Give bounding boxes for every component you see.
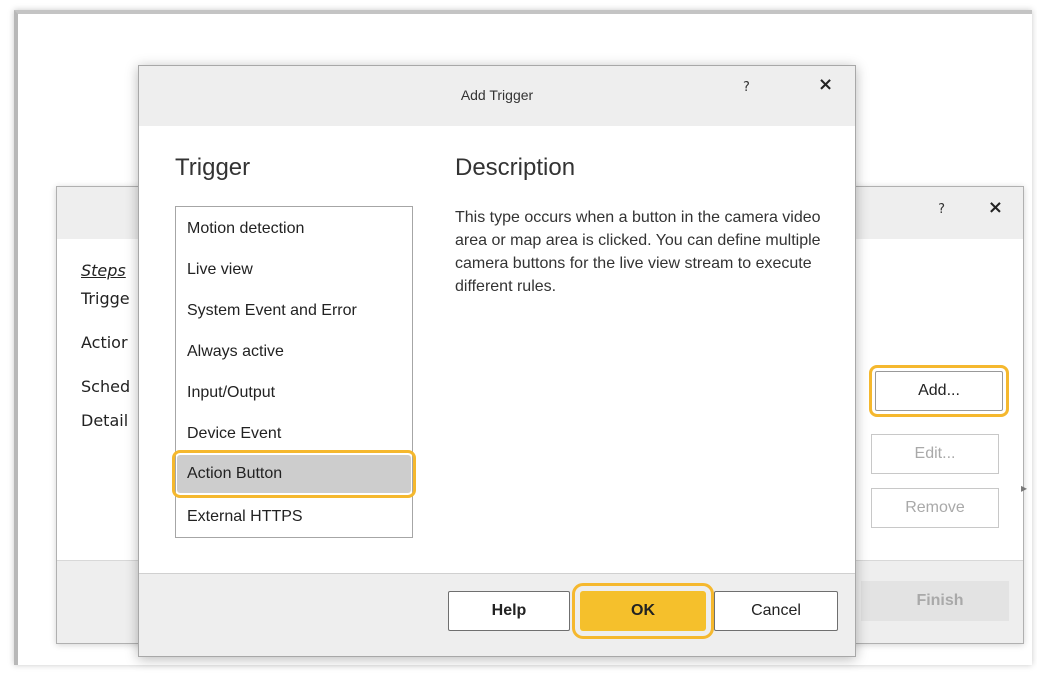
description-text: This type occurs when a button in the ca…	[455, 209, 821, 295]
trigger-item-input-output[interactable]: Input/Output	[177, 374, 411, 412]
wizard-step-schedule[interactable]: Sched	[81, 377, 130, 396]
wizard-step-details[interactable]: Detail	[81, 411, 128, 430]
scroll-tick: ▸	[1020, 481, 1027, 495]
trigger-item-always-active[interactable]: Always active	[177, 333, 411, 371]
trigger-item-system-event[interactable]: System Event and Error	[177, 292, 411, 330]
add-trigger-dialog: Add Trigger ? × Trigger Description Moti…	[138, 65, 856, 657]
wizard-steps-title: Steps	[81, 261, 126, 280]
trigger-item-motion-detection[interactable]: Motion detection	[177, 210, 411, 248]
wizard-step-trigger[interactable]: Trigge	[81, 289, 130, 308]
trigger-item-live-view[interactable]: Live view	[177, 251, 411, 289]
remove-button[interactable]: Remove	[871, 488, 999, 528]
trigger-item-external-https[interactable]: External HTTPS	[177, 498, 411, 536]
wizard-help-icon[interactable]: ?	[938, 202, 945, 217]
close-icon[interactable]: ×	[818, 74, 833, 95]
wizard-close-icon[interactable]: ×	[988, 197, 1003, 218]
trigger-item-action-button[interactable]: Action Button	[172, 450, 416, 498]
cancel-button[interactable]: Cancel	[714, 591, 838, 631]
trigger-list[interactable]: Motion detection Live view System Event …	[172, 206, 416, 538]
add-button[interactable]: Add...	[869, 365, 1009, 417]
help-button[interactable]: Help	[448, 591, 570, 631]
trigger-item-device-event[interactable]: Device Event	[177, 415, 411, 453]
ok-button[interactable]: OK	[572, 583, 714, 639]
edit-button[interactable]: Edit...	[871, 434, 999, 474]
dialog-titlebar: Add Trigger ? ×	[139, 66, 855, 126]
wizard-step-actions[interactable]: Actior	[81, 333, 128, 352]
trigger-heading: Trigger	[175, 154, 251, 181]
description-heading: Description	[455, 154, 576, 181]
help-icon[interactable]: ?	[743, 80, 750, 95]
finish-button[interactable]: Finish	[871, 581, 1009, 621]
wizard-next-button[interactable]	[861, 581, 871, 621]
